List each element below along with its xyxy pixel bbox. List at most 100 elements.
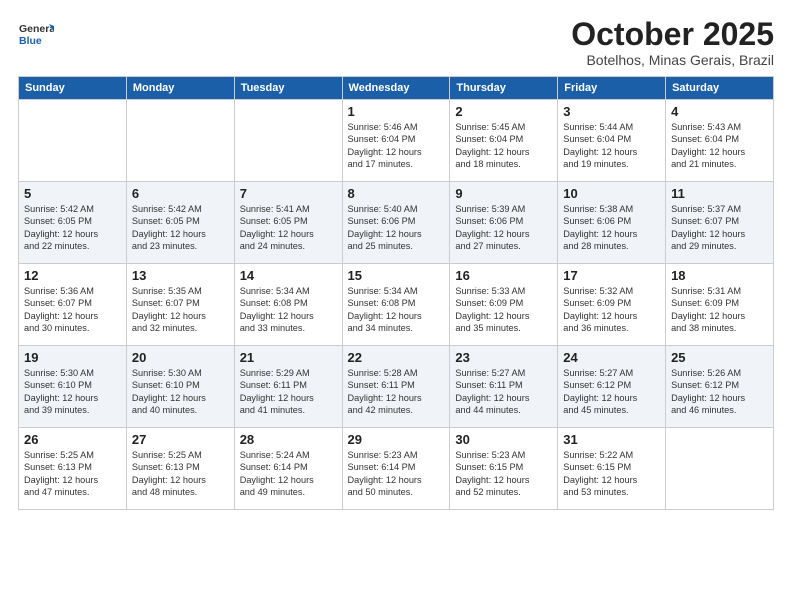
svg-text:Blue: Blue xyxy=(19,35,42,47)
day-number: 19 xyxy=(24,350,121,365)
day-number: 27 xyxy=(132,432,229,447)
day-number: 14 xyxy=(240,268,337,283)
table-row: 20Sunrise: 5:30 AMSunset: 6:10 PMDayligh… xyxy=(126,346,234,428)
table-row: 11 Sunrise: 5:37 AMSunset: 6:07 PMDayligh… xyxy=(666,182,774,264)
day-number: 24 xyxy=(563,350,660,365)
day-number: 22 xyxy=(348,350,445,365)
table-row: 24 Sunrise: 5:27 AMSunset: 6:12 PMDayligh… xyxy=(558,346,666,428)
day-info: Sunrise: 5:34 AMSunset: 6:08 PMDaylight:… xyxy=(240,285,337,335)
table-row: 16 Sunrise: 5:33 AMSunset: 6:09 PMDayligh… xyxy=(450,264,558,346)
day-number: 31 xyxy=(563,432,660,447)
day-number: 18 xyxy=(671,268,768,283)
day-number: 6 xyxy=(132,186,229,201)
day-info: Sunrise: 5:25 AMSunset: 6:13 PMDaylight:… xyxy=(24,449,121,499)
day-number: 9 xyxy=(455,186,552,201)
table-row: 28 Sunrise: 5:24 AMSunset: 6:14 PMDayligh… xyxy=(234,428,342,510)
day-number: 15 xyxy=(348,268,445,283)
day-info: Sunrise: 5:38 AMSunset: 6:06 PMDaylight:… xyxy=(563,203,660,253)
table-row: 9Sunrise: 5:39 AMSunset: 6:06 PMDaylight… xyxy=(450,182,558,264)
table-row: 14 Sunrise: 5:34 AMSunset: 6:08 PMDayligh… xyxy=(234,264,342,346)
col-thursday: Thursday xyxy=(450,77,558,100)
table-row: 22 Sunrise: 5:28 AMSunset: 6:11 PMDayligh… xyxy=(342,346,450,428)
table-row: 23Sunrise: 5:27 AMSunset: 6:11 PMDayligh… xyxy=(450,346,558,428)
table-row xyxy=(666,428,774,510)
day-info: Sunrise: 5:26 AMSunset: 6:12 PMDaylight:… xyxy=(671,367,768,417)
day-info: Sunrise: 5:33 AMSunset: 6:09 PMDaylight:… xyxy=(455,285,552,335)
day-info: Sunrise: 5:30 AMSunset: 6:10 PMDaylight:… xyxy=(24,367,121,417)
day-number: 17 xyxy=(563,268,660,283)
day-info: Sunrise: 5:37 AMSunset: 6:07 PMDaylight:… xyxy=(671,203,768,253)
day-info: Sunrise: 5:31 AMSunset: 6:09 PMDaylight:… xyxy=(671,285,768,335)
col-saturday: Saturday xyxy=(666,77,774,100)
day-number: 13 xyxy=(132,268,229,283)
day-info: Sunrise: 5:40 AMSunset: 6:06 PMDaylight:… xyxy=(348,203,445,253)
day-number: 12 xyxy=(24,268,121,283)
table-row: 4Sunrise: 5:43 AMSunset: 6:04 PMDaylight… xyxy=(666,100,774,182)
calendar-week-row: 26 Sunrise: 5:25 AMSunset: 6:13 PMDayligh… xyxy=(19,428,774,510)
table-row: 3Sunrise: 5:44 AMSunset: 6:04 PMDaylight… xyxy=(558,100,666,182)
day-number: 26 xyxy=(24,432,121,447)
table-row: 13 Sunrise: 5:35 AMSunset: 6:07 PMDayligh… xyxy=(126,264,234,346)
day-info: Sunrise: 5:25 AMSunset: 6:13 PMDaylight:… xyxy=(132,449,229,499)
table-row xyxy=(234,100,342,182)
day-number: 10 xyxy=(563,186,660,201)
table-row: 17 Sunrise: 5:32 AMSunset: 6:09 PMDayligh… xyxy=(558,264,666,346)
table-row xyxy=(19,100,127,182)
day-number: 28 xyxy=(240,432,337,447)
table-row: 18 Sunrise: 5:31 AMSunset: 6:09 PMDayligh… xyxy=(666,264,774,346)
day-info: Sunrise: 5:27 AMSunset: 6:12 PMDaylight:… xyxy=(563,367,660,417)
day-info: Sunrise: 5:30 AMSunset: 6:10 PMDaylight:… xyxy=(132,367,229,417)
table-row: 15 Sunrise: 5:34 AMSunset: 6:08 PMDayligh… xyxy=(342,264,450,346)
day-number: 2 xyxy=(455,104,552,119)
table-row: 10 Sunrise: 5:38 AMSunset: 6:06 PMDayligh… xyxy=(558,182,666,264)
table-row: 6 Sunrise: 5:42 AMSunset: 6:05 PMDaylight… xyxy=(126,182,234,264)
calendar-week-row: 12 Sunrise: 5:36 AMSunset: 6:07 PMDayligh… xyxy=(19,264,774,346)
table-row: 8 Sunrise: 5:40 AMSunset: 6:06 PMDaylight… xyxy=(342,182,450,264)
day-info: Sunrise: 5:23 AMSunset: 6:15 PMDaylight:… xyxy=(455,449,552,499)
calendar-week-row: 19 Sunrise: 5:30 AMSunset: 6:10 PMDayligh… xyxy=(19,346,774,428)
col-friday: Friday xyxy=(558,77,666,100)
day-info: Sunrise: 5:28 AMSunset: 6:11 PMDaylight:… xyxy=(348,367,445,417)
col-tuesday: Tuesday xyxy=(234,77,342,100)
day-info: Sunrise: 5:42 AMSunset: 6:05 PMDaylight:… xyxy=(132,203,229,253)
table-row: 7 Sunrise: 5:41 AMSunset: 6:05 PMDaylight… xyxy=(234,182,342,264)
day-number: 23 xyxy=(455,350,552,365)
calendar-header-row: Sunday Monday Tuesday Wednesday Thursday… xyxy=(19,77,774,100)
logo: General Blue xyxy=(18,18,54,54)
calendar-table: Sunday Monday Tuesday Wednesday Thursday… xyxy=(18,76,774,510)
day-number: 7 xyxy=(240,186,337,201)
day-info: Sunrise: 5:36 AMSunset: 6:07 PMDaylight:… xyxy=(24,285,121,335)
table-row xyxy=(126,100,234,182)
calendar-week-row: 1Sunrise: 5:46 AMSunset: 6:04 PMDaylight… xyxy=(19,100,774,182)
table-row: 12 Sunrise: 5:36 AMSunset: 6:07 PMDayligh… xyxy=(19,264,127,346)
table-row: 26 Sunrise: 5:25 AMSunset: 6:13 PMDayligh… xyxy=(19,428,127,510)
day-info: Sunrise: 5:23 AMSunset: 6:14 PMDaylight:… xyxy=(348,449,445,499)
day-info: Sunrise: 5:34 AMSunset: 6:08 PMDaylight:… xyxy=(348,285,445,335)
day-number: 21 xyxy=(240,350,337,365)
table-row: 1Sunrise: 5:46 AMSunset: 6:04 PMDaylight… xyxy=(342,100,450,182)
day-info: Sunrise: 5:35 AMSunset: 6:07 PMDaylight:… xyxy=(132,285,229,335)
col-monday: Monday xyxy=(126,77,234,100)
day-number: 11 xyxy=(671,186,768,201)
table-row: 31 Sunrise: 5:22 AMSunset: 6:15 PMDayligh… xyxy=(558,428,666,510)
day-info: Sunrise: 5:43 AMSunset: 6:04 PMDaylight:… xyxy=(671,121,768,171)
day-number: 8 xyxy=(348,186,445,201)
day-info: Sunrise: 5:22 AMSunset: 6:15 PMDaylight:… xyxy=(563,449,660,499)
day-info: Sunrise: 5:24 AMSunset: 6:14 PMDaylight:… xyxy=(240,449,337,499)
day-info: Sunrise: 5:32 AMSunset: 6:09 PMDaylight:… xyxy=(563,285,660,335)
day-info: Sunrise: 5:41 AMSunset: 6:05 PMDaylight:… xyxy=(240,203,337,253)
day-number: 16 xyxy=(455,268,552,283)
day-number: 30 xyxy=(455,432,552,447)
day-number: 29 xyxy=(348,432,445,447)
day-number: 25 xyxy=(671,350,768,365)
day-number: 5 xyxy=(24,186,121,201)
calendar-week-row: 5 Sunrise: 5:42 AMSunset: 6:05 PMDaylight… xyxy=(19,182,774,264)
location-subtitle: Botelhos, Minas Gerais, Brazil xyxy=(571,52,774,68)
table-row: 27 Sunrise: 5:25 AMSunset: 6:13 PMDayligh… xyxy=(126,428,234,510)
table-row: 21 Sunrise: 5:29 AMSunset: 6:11 PMDayligh… xyxy=(234,346,342,428)
month-title: October 2025 xyxy=(571,18,774,50)
day-info: Sunrise: 5:46 AMSunset: 6:04 PMDaylight:… xyxy=(348,121,445,171)
day-info: Sunrise: 5:29 AMSunset: 6:11 PMDaylight:… xyxy=(240,367,337,417)
col-sunday: Sunday xyxy=(19,77,127,100)
table-row: 2Sunrise: 5:45 AMSunset: 6:04 PMDaylight… xyxy=(450,100,558,182)
